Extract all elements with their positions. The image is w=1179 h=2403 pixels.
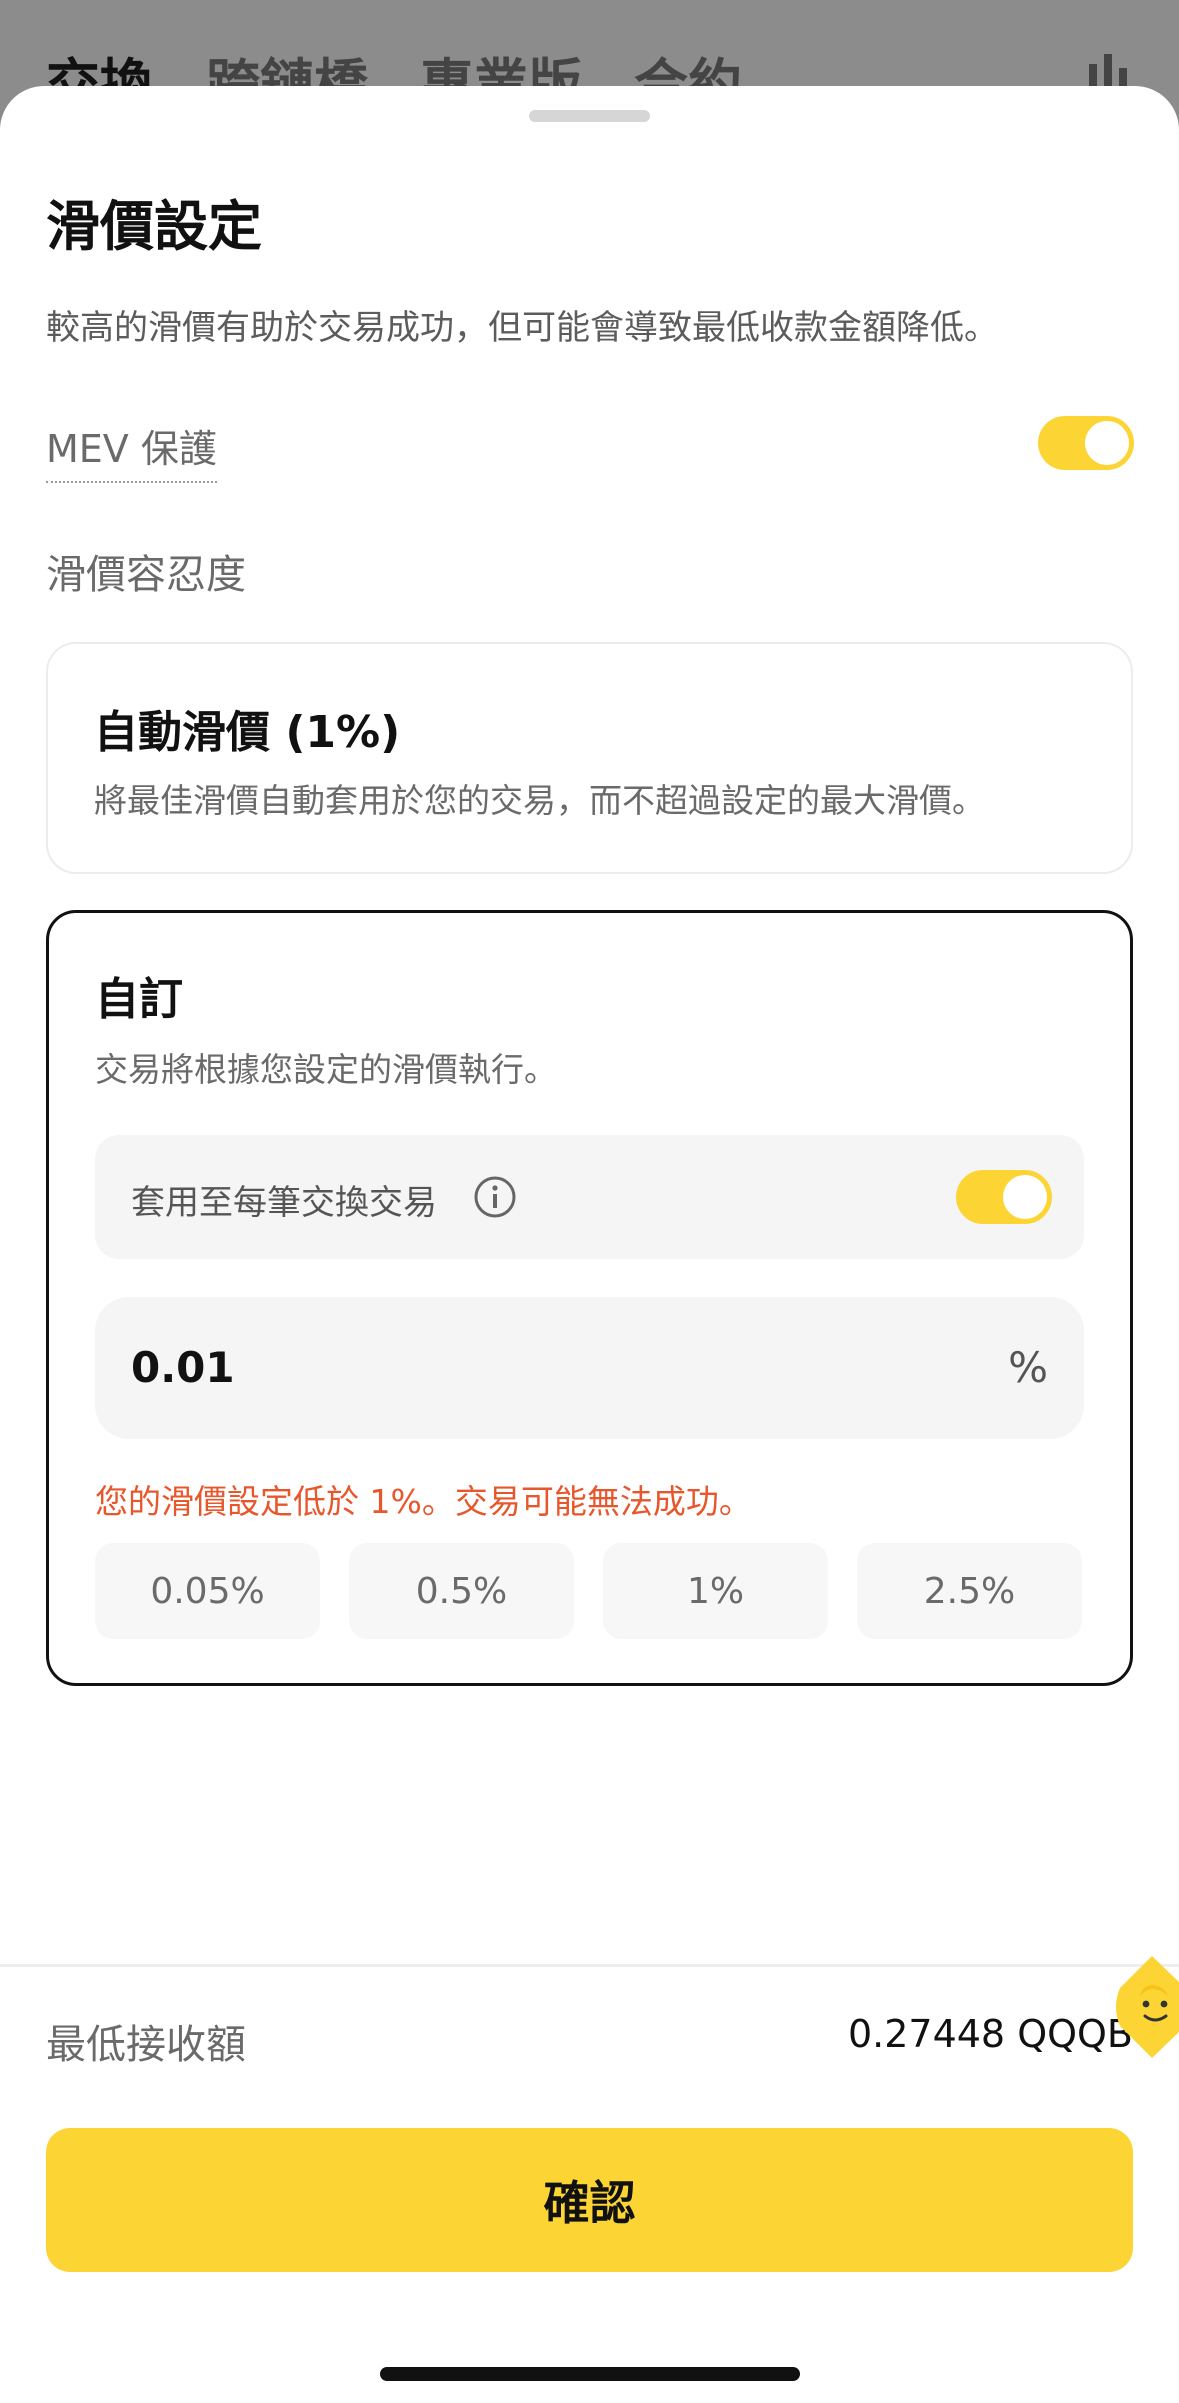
- custom-slippage-title: 自訂: [95, 974, 183, 1025]
- slippage-input-value[interactable]: 0.01: [131, 1343, 235, 1392]
- confirm-button[interactable]: 確認: [46, 2128, 1133, 2272]
- slippage-settings-sheet: 滑價設定 較高的滑價有助於交易成功，但可能會導致最低收款金額降低。 MEV 保護…: [0, 86, 1179, 2403]
- minimum-received-value: 0.27448 QQQB: [847, 2012, 1133, 2056]
- preset-0-05-button[interactable]: 0.05%: [95, 1543, 320, 1639]
- custom-slippage-description: 交易將根據您設定的滑價執行。: [95, 1050, 557, 1089]
- slippage-input[interactable]: 0.01 %: [95, 1297, 1084, 1439]
- home-indicator: [380, 2367, 800, 2381]
- apply-to-all-swaps-row: 套用至每筆交換交易: [95, 1135, 1084, 1259]
- minimum-received-label: 最低接收額: [46, 2022, 246, 2068]
- preset-1-button[interactable]: 1%: [603, 1543, 828, 1639]
- mev-protection-label[interactable]: MEV 保護: [46, 418, 217, 483]
- auto-slippage-option[interactable]: 自動滑價 (1%) 將最佳滑價自動套用於您的交易，而不超過設定的最大滑價。: [46, 642, 1133, 874]
- preset-2-5-button[interactable]: 2.5%: [857, 1543, 1082, 1639]
- apply-to-all-swaps-label: 套用至每筆交換交易: [131, 1183, 437, 1223]
- toggle-knob: [1085, 421, 1129, 465]
- low-slippage-warning: 您的滑價設定低於 1%。交易可能無法成功。: [95, 1482, 752, 1521]
- auto-slippage-title: 自動滑價 (1%): [94, 707, 401, 758]
- info-icon[interactable]: [473, 1175, 517, 1219]
- mev-protection-toggle[interactable]: [1038, 416, 1134, 470]
- mascot-assistant-icon[interactable]: [1112, 1952, 1179, 2062]
- footer-divider: [0, 1964, 1179, 1967]
- slippage-tolerance-label: 滑價容忍度: [46, 552, 246, 598]
- sheet-grabber[interactable]: [529, 110, 650, 122]
- auto-slippage-description: 將最佳滑價自動套用於您的交易，而不超過設定的最大滑價。: [94, 781, 985, 820]
- sheet-description: 較高的滑價有助於交易成功，但可能會導致最低收款金額降低。: [46, 308, 998, 348]
- percent-unit: %: [1008, 1343, 1048, 1392]
- toggle-knob: [1003, 1175, 1047, 1219]
- preset-0-5-button[interactable]: 0.5%: [349, 1543, 574, 1639]
- apply-to-all-swaps-toggle[interactable]: [956, 1170, 1052, 1224]
- slippage-presets: 0.05% 0.5% 1% 2.5%: [95, 1543, 1082, 1639]
- sheet-title: 滑價設定: [46, 195, 262, 258]
- custom-slippage-option[interactable]: 自訂 交易將根據您設定的滑價執行。 套用至每筆交換交易 0.01 % 您的滑價設…: [46, 910, 1133, 1686]
